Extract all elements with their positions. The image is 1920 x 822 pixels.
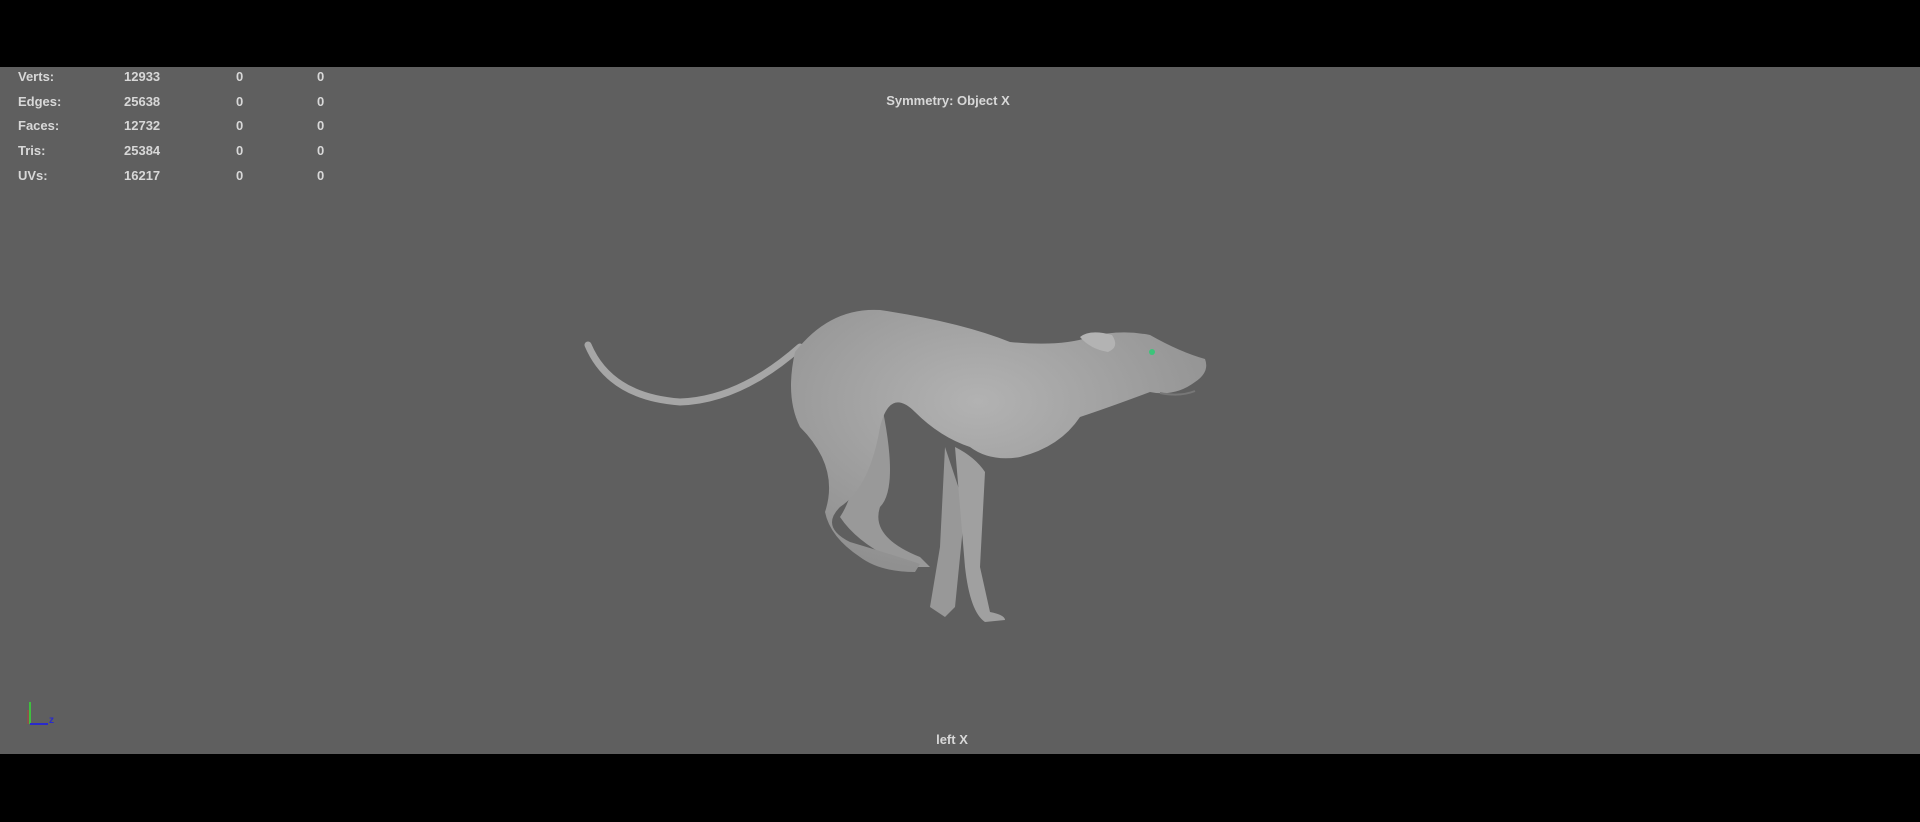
stat-value: 0 (236, 168, 244, 183)
axis-z-label: z (49, 715, 54, 726)
stat-label: Tris: (18, 143, 46, 158)
stat-value: 0 (317, 118, 325, 133)
stat-value: 0 (236, 143, 244, 158)
stat-value: 0 (236, 118, 244, 133)
stat-value: 25384 (124, 143, 161, 158)
stat-label: UVs: (18, 168, 48, 183)
stat-value: 16217 (124, 168, 161, 183)
dog-model[interactable] (0, 67, 1920, 754)
stat-value: 0 (317, 143, 325, 158)
stat-value: 12732 (124, 118, 161, 133)
stat-label: Faces: (18, 118, 60, 133)
symmetry-label: Symmetry: Object X (886, 93, 1010, 108)
camera-name-label: left X (936, 732, 968, 747)
stat-value: 0 (236, 69, 244, 84)
stat-value: 0 (317, 168, 325, 183)
stat-label: Verts: (18, 69, 55, 84)
stat-value: 0 (317, 69, 325, 84)
3d-viewport[interactable]: Verts: 12933 0 0 Edges: 25638 0 0 Faces:… (0, 67, 1920, 754)
stat-value: 12933 (124, 69, 161, 84)
view-axis-icon: z (27, 702, 54, 726)
